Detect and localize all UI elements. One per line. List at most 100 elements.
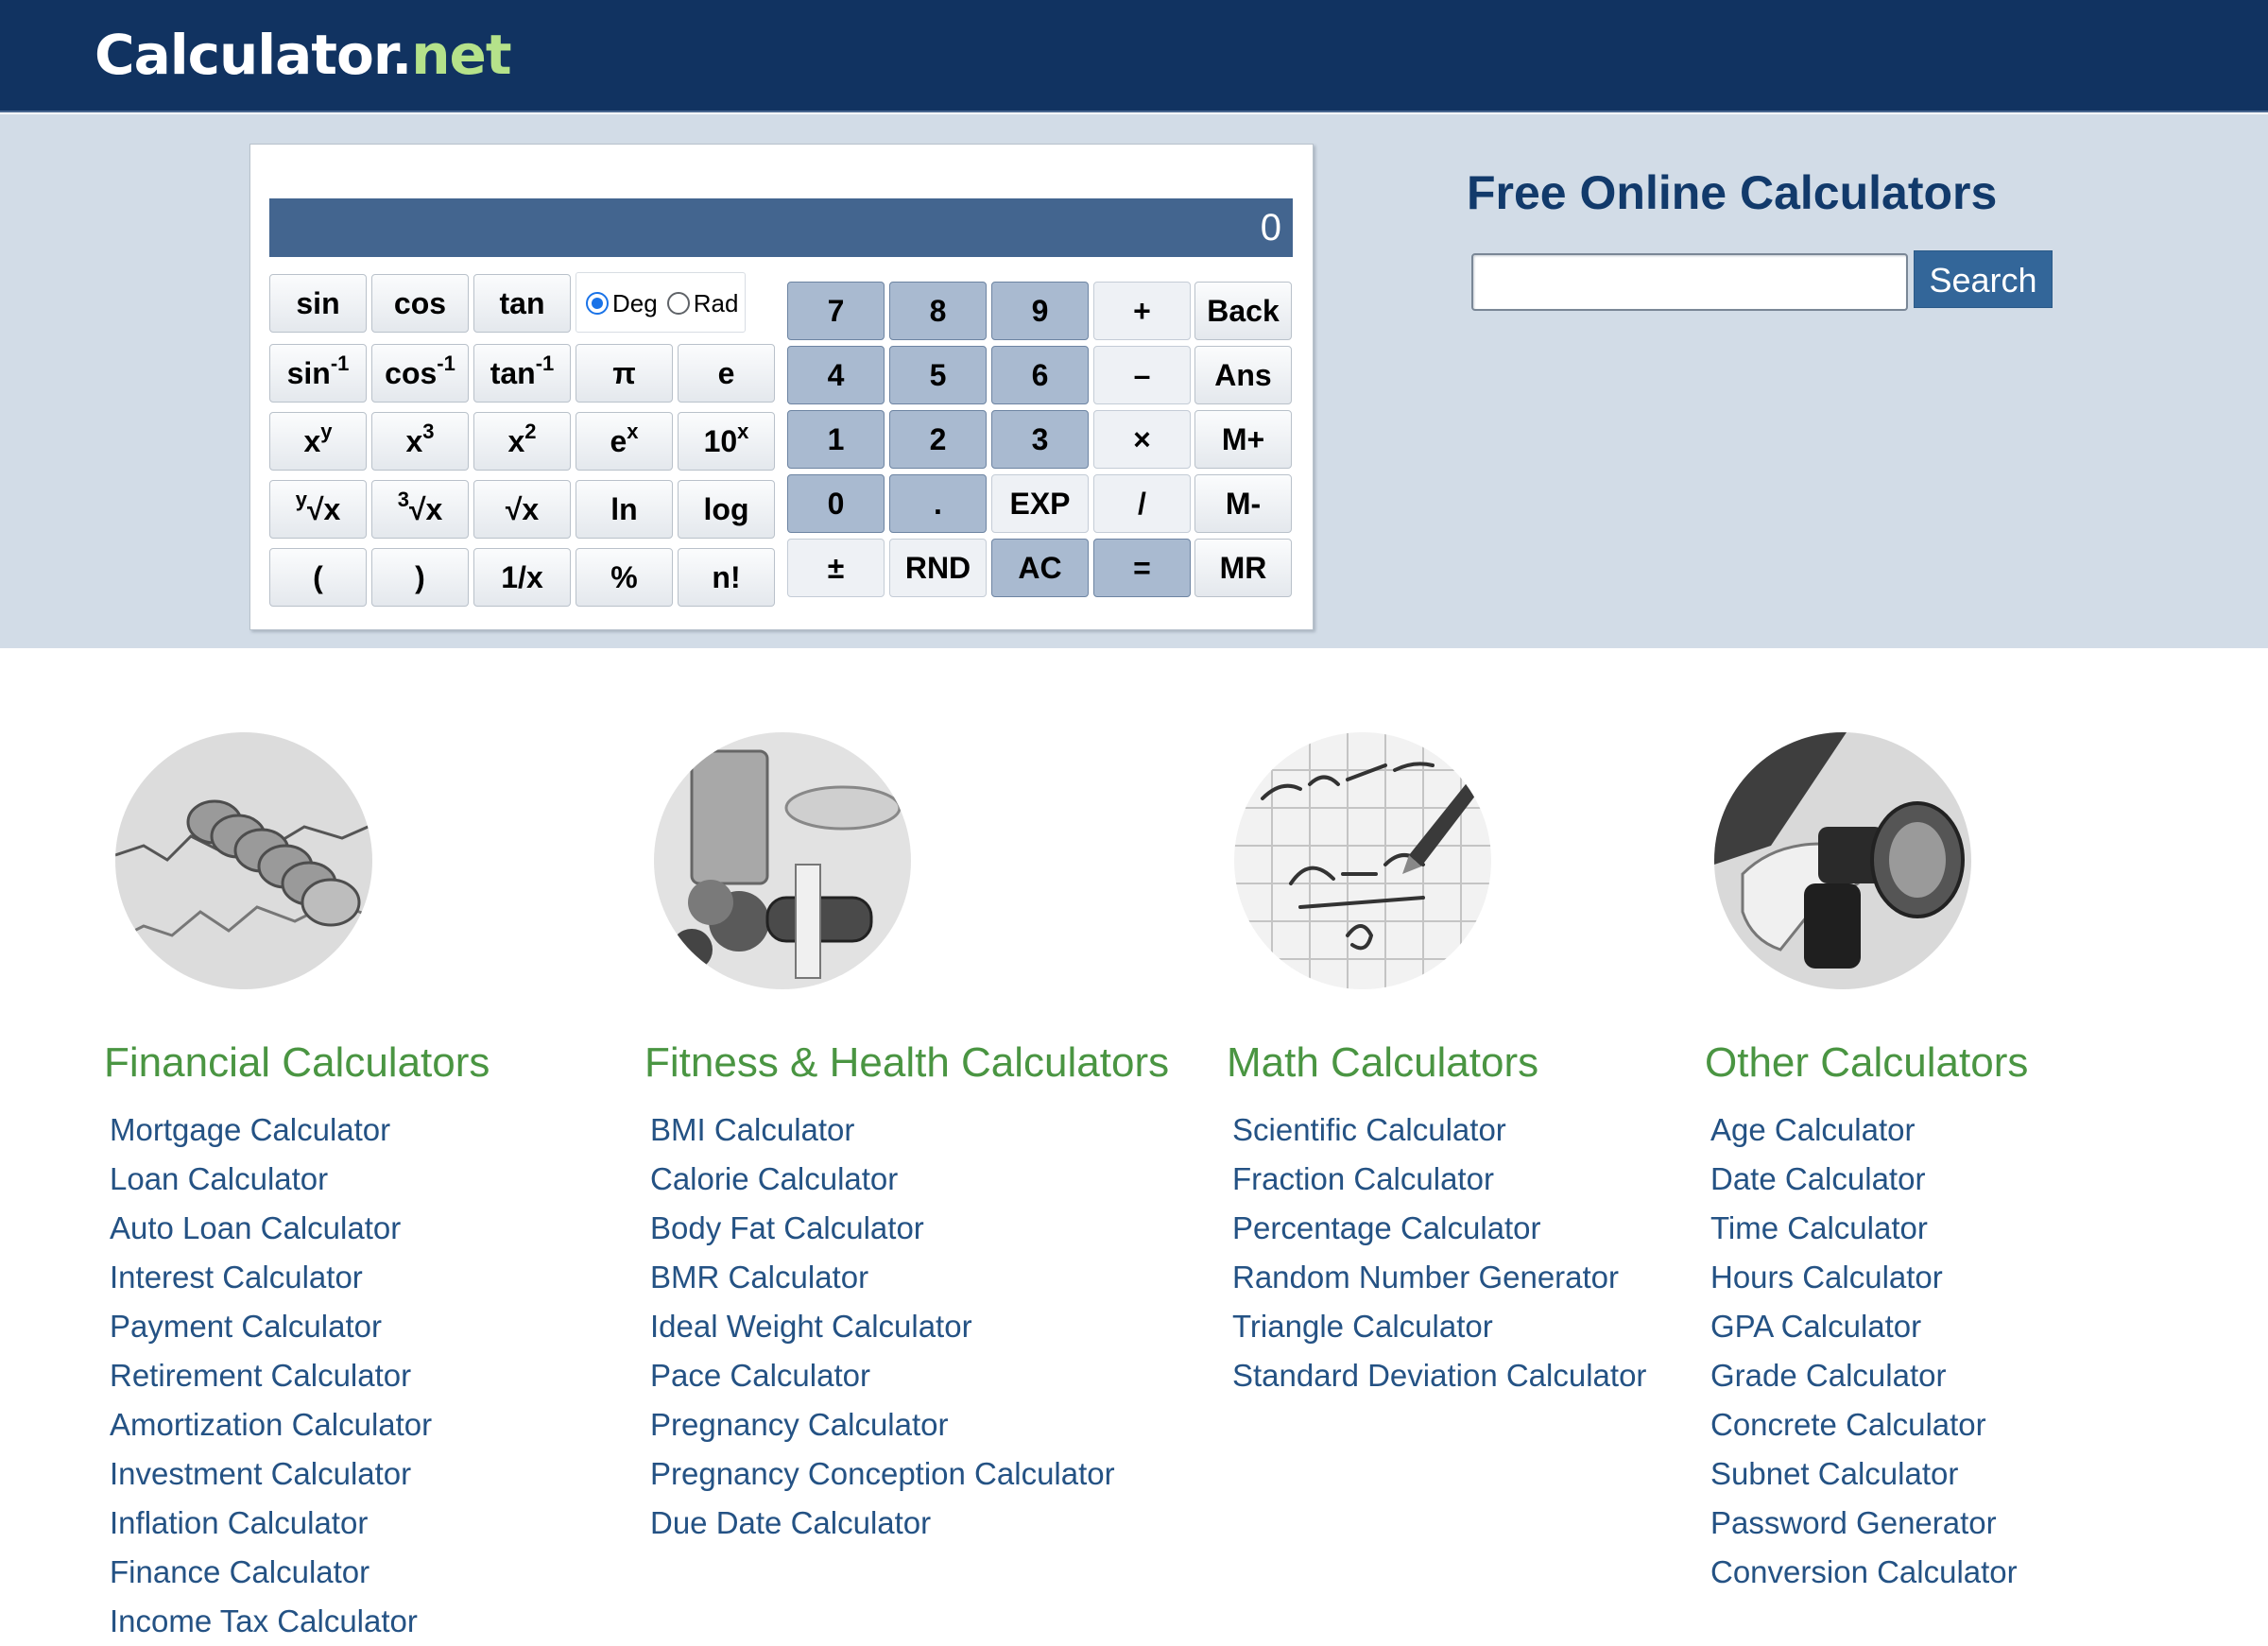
key-square-root[interactable]: √x	[473, 480, 571, 539]
fuel-pump-photo[interactable]	[1714, 732, 1971, 989]
rad-label[interactable]: Rad	[694, 289, 739, 317]
key-x-squared[interactable]: x2	[473, 412, 571, 471]
key-6[interactable]: 6	[991, 346, 1089, 404]
calculator-link[interactable]: Investment Calculator	[110, 1449, 432, 1499]
key-5[interactable]: 5	[889, 346, 987, 404]
calculator-link[interactable]: Loan Calculator	[110, 1155, 432, 1204]
calculator-link[interactable]: Scientific Calculator	[1232, 1106, 1646, 1155]
category-title-fitness[interactable]: Fitness & Health Calculators	[644, 1039, 1169, 1087]
key-minus[interactable]: –	[1093, 346, 1191, 404]
calculator-link[interactable]: Finance Calculator	[110, 1548, 432, 1597]
calculator-link[interactable]: Pregnancy Conception Calculator	[650, 1449, 1115, 1499]
key-x-cubed[interactable]: x3	[371, 412, 469, 471]
rad-radio[interactable]	[666, 292, 690, 315]
calculator-link[interactable]: Password Generator	[1710, 1499, 2018, 1548]
key-memory-recall[interactable]: MR	[1194, 539, 1292, 597]
key-ln[interactable]: ln	[576, 480, 673, 539]
calculator-link[interactable]: Payment Calculator	[110, 1302, 432, 1351]
key-atan[interactable]: tan-1	[473, 344, 571, 403]
category-title-other[interactable]: Other Calculators	[1705, 1039, 2028, 1087]
key-2[interactable]: 2	[889, 410, 987, 469]
calculator-link[interactable]: Hours Calculator	[1710, 1253, 2018, 1302]
calculator-link[interactable]: Fraction Calculator	[1232, 1155, 1646, 1204]
calculator-link[interactable]: Interest Calculator	[110, 1253, 432, 1302]
calculator-link[interactable]: BMR Calculator	[650, 1253, 1115, 1302]
calculator-link[interactable]: BMI Calculator	[650, 1106, 1115, 1155]
key-exp[interactable]: EXP	[991, 474, 1089, 533]
key-cos[interactable]: cos	[371, 274, 469, 333]
key-multiply[interactable]: ×	[1093, 410, 1191, 469]
calculator-link[interactable]: Pregnancy Calculator	[650, 1400, 1115, 1449]
site-logo[interactable]: Calculator.net	[94, 17, 512, 93]
key-log[interactable]: log	[678, 480, 775, 539]
key-e-pow-x[interactable]: ex	[576, 412, 673, 471]
calculator-link[interactable]: Percentage Calculator	[1232, 1204, 1646, 1253]
key-4[interactable]: 4	[787, 346, 885, 404]
calculator-link[interactable]: Triangle Calculator	[1232, 1302, 1646, 1351]
category-title-financial[interactable]: Financial Calculators	[104, 1039, 490, 1087]
calculator-link[interactable]: Body Fat Calculator	[650, 1204, 1115, 1253]
key-ans[interactable]: Ans	[1194, 346, 1292, 404]
key-0[interactable]: 0	[787, 474, 885, 533]
calculator-link[interactable]: Conversion Calculator	[1710, 1548, 2018, 1597]
math-formula-photo[interactable]	[1234, 732, 1491, 989]
key-acos[interactable]: cos-1	[371, 344, 469, 403]
calculator-link[interactable]: Inflation Calculator	[110, 1499, 432, 1548]
calculator-link[interactable]: Random Number Generator	[1232, 1253, 1646, 1302]
calculator-link[interactable]: Retirement Calculator	[110, 1351, 432, 1400]
calculator-link[interactable]: Mortgage Calculator	[110, 1106, 432, 1155]
key-sin[interactable]: sin	[269, 274, 367, 333]
key-memory-plus[interactable]: M+	[1194, 410, 1292, 469]
key-x-pow-y[interactable]: xy	[269, 412, 367, 471]
calculator-link[interactable]: Amortization Calculator	[110, 1400, 432, 1449]
calculator-link[interactable]: Time Calculator	[1710, 1204, 2018, 1253]
calculator-link[interactable]: GPA Calculator	[1710, 1302, 2018, 1351]
key-cube-root[interactable]: 3√x	[371, 480, 469, 539]
key-1[interactable]: 1	[787, 410, 885, 469]
calculator-link[interactable]: Date Calculator	[1710, 1155, 2018, 1204]
calculator-link[interactable]: Grade Calculator	[1710, 1351, 2018, 1400]
fitness-food-photo[interactable]	[654, 732, 911, 989]
calculator-link[interactable]: Concrete Calculator	[1710, 1400, 2018, 1449]
key-divide[interactable]: /	[1093, 474, 1191, 533]
key-equals[interactable]: =	[1093, 539, 1191, 597]
key-random[interactable]: RND	[889, 539, 987, 597]
key-y-root-x[interactable]: y√x	[269, 480, 367, 539]
deg-radio[interactable]	[586, 292, 609, 315]
key-ten-pow-x[interactable]: 10x	[678, 412, 775, 471]
key-plus[interactable]: +	[1093, 282, 1191, 340]
key-all-clear[interactable]: AC	[991, 539, 1089, 597]
calculator-link[interactable]: Ideal Weight Calculator	[650, 1302, 1115, 1351]
key-9[interactable]: 9	[991, 282, 1089, 340]
key-asin[interactable]: sin-1	[269, 344, 367, 403]
key-pi[interactable]: π	[576, 344, 673, 403]
key-7[interactable]: 7	[787, 282, 885, 340]
calculator-link[interactable]: Pace Calculator	[650, 1351, 1115, 1400]
key-label: 1	[827, 422, 845, 456]
calculator-link[interactable]: Subnet Calculator	[1710, 1449, 2018, 1499]
search-input[interactable]	[1471, 253, 1908, 311]
key-tan[interactable]: tan	[473, 274, 571, 333]
key-e[interactable]: e	[678, 344, 775, 403]
key-left-paren[interactable]: (	[269, 548, 367, 607]
key-8[interactable]: 8	[889, 282, 987, 340]
key-plus-minus[interactable]: ±	[787, 539, 885, 597]
deg-label[interactable]: Deg	[612, 289, 658, 317]
calculator-link[interactable]: Calorie Calculator	[650, 1155, 1115, 1204]
search-button[interactable]: Search	[1914, 250, 2053, 308]
coins-chart-photo[interactable]	[115, 732, 372, 989]
key-back[interactable]: Back	[1194, 282, 1292, 340]
calculator-link[interactable]: Income Tax Calculator	[110, 1597, 432, 1646]
calculator-link[interactable]: Age Calculator	[1710, 1106, 2018, 1155]
calculator-link[interactable]: Standard Deviation Calculator	[1232, 1351, 1646, 1400]
category-title-math[interactable]: Math Calculators	[1227, 1039, 1538, 1087]
calculator-link[interactable]: Auto Loan Calculator	[110, 1204, 432, 1253]
key-3[interactable]: 3	[991, 410, 1089, 469]
key-percent[interactable]: %	[576, 548, 673, 607]
key-memory-minus[interactable]: M-	[1194, 474, 1292, 533]
key-reciprocal[interactable]: 1/x	[473, 548, 571, 607]
key-factorial[interactable]: n!	[678, 548, 775, 607]
key-right-paren[interactable]: )	[371, 548, 469, 607]
key-decimal[interactable]: .	[889, 474, 987, 533]
calculator-link[interactable]: Due Date Calculator	[650, 1499, 1115, 1548]
